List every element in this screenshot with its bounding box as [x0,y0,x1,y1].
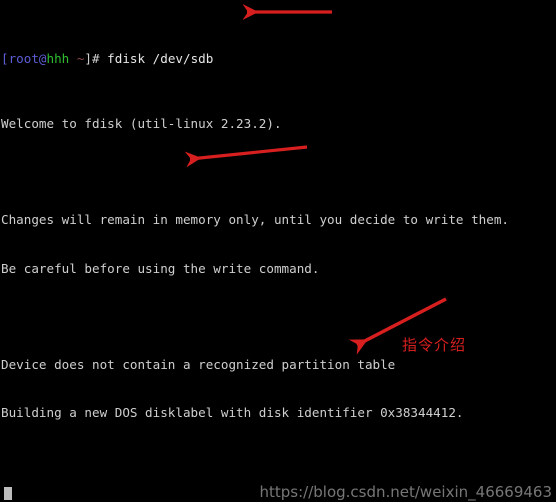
prompt-hostname: hhh [46,51,70,67]
typed-command: fdisk /dev/sdb [107,51,214,67]
terminal-screen[interactable]: [root@hhh ~]# fdisk /dev/sdb Welcome to … [0,0,509,502]
terminal-window: [root@hhh ~]# fdisk /dev/sdb Welcome to … [0,0,556,502]
prompt-line: [root@hhh ~]# fdisk /dev/sdb [1,51,509,67]
output-line-no-partition-table: Device does not contain a recognized par… [1,357,396,373]
output-line-changes: Changes will remain in memory only, unti… [1,212,509,228]
output-line-building-disklabel: Building a new DOS disklabel with disk i… [1,405,464,421]
prompt-close-symbol: ]# [84,51,108,67]
output-line-blank-1 [1,164,509,180]
prompt-cwd: ~ [69,51,85,67]
output-line-welcome: Welcome to fdisk (util-linux 2.23.2). [1,115,282,131]
output-line-becareful: Be careful before using the write comman… [1,260,320,276]
terminal-cursor [4,487,12,500]
output-line-blank-3 [1,454,509,470]
prompt-user-segment: [root@ [1,51,47,67]
output-line-blank-2 [1,309,509,325]
watermark-url: https://blog.csdn.net/weixin_46669463 [259,482,552,501]
command-introduction-note: 指令介绍 [402,336,467,354]
